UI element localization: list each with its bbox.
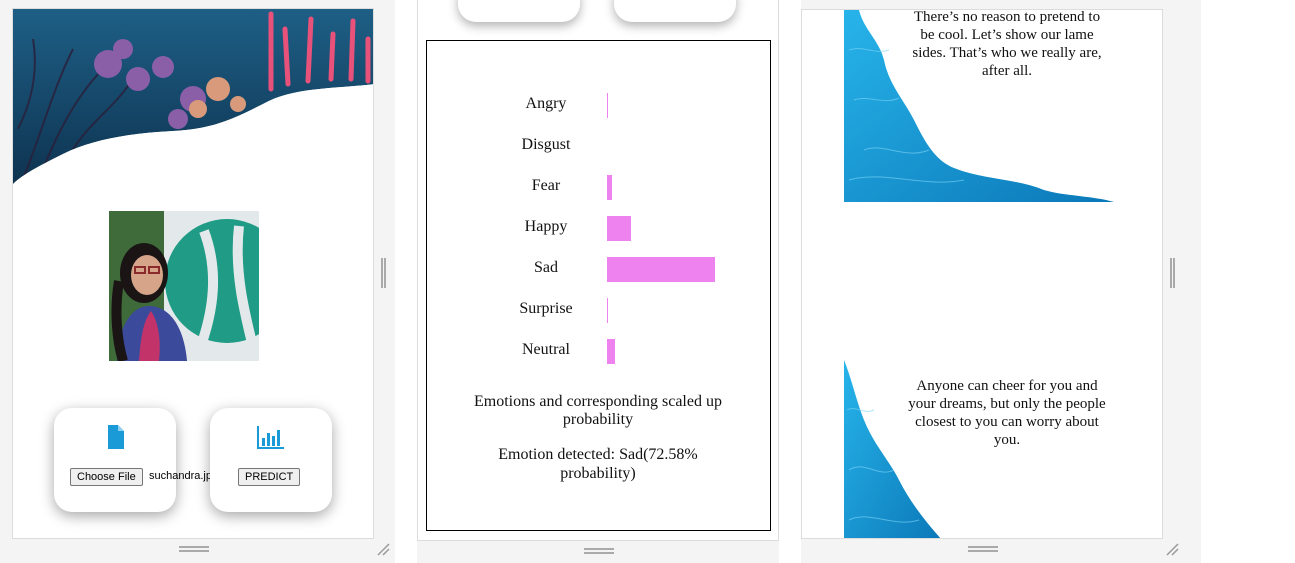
emotion-bar-sad — [607, 257, 715, 282]
vertical-resize-handle[interactable] — [1170, 258, 1175, 288]
quote-bottom: Anyone can cheer for you and your dreams… — [908, 378, 1106, 448]
quote-top: There’s no reason to pretend to be cool.… — [912, 9, 1102, 79]
selected-file-name: suchandra.jpg — [149, 470, 219, 482]
horizontal-resize-grip[interactable] — [968, 546, 998, 552]
resize-corner-icon[interactable] — [1165, 542, 1179, 556]
emotion-bar-fear — [607, 175, 612, 200]
emotion-label-disgust: Disgust — [521, 136, 571, 153]
emotion-label-sad: Sad — [534, 259, 558, 276]
emotion-label-neutral: Neutral — [522, 341, 570, 358]
predict-card: PREDICT — [210, 408, 332, 512]
bar-chart-icon — [257, 426, 284, 449]
emotion-bar-happy — [607, 216, 631, 241]
choose-file-button[interactable]: Choose File — [70, 468, 143, 486]
emotion-bar-surprise — [607, 298, 608, 323]
emotion-detected-text: Emotion detected: Sad(72.58% probability… — [498, 446, 698, 482]
resize-corner-icon[interactable] — [376, 542, 390, 556]
result-panel: Angry Disgust Fear Happy Sad Surprise Neutral … — [417, 0, 779, 541]
emotion-label-surprise: Surprise — [519, 300, 573, 317]
horizontal-resize-grip[interactable] — [584, 548, 614, 554]
coral-reef-banner — [13, 9, 373, 194]
horizontal-resize-grip[interactable] — [179, 546, 209, 552]
top-card-right — [614, 0, 736, 22]
predict-button[interactable]: PREDICT — [238, 468, 301, 486]
chart-caption: Emotions and corresponding scaled up pro… — [474, 393, 722, 428]
vertical-resize-handle[interactable] — [381, 258, 386, 288]
uploaded-photo — [109, 211, 259, 361]
emotion-label-angry: Angry — [525, 95, 567, 112]
file-upload-card: Choose File suchandra.jpg — [54, 408, 218, 512]
emotion-chart: Angry Disgust Fear Happy Sad Surprise Neutral … — [426, 40, 771, 531]
emotion-bar-angry — [607, 93, 608, 118]
upload-panel: Choose File suchandra.jpg PREDICT — [12, 8, 374, 539]
quotes-panel: There’s no reason to pretend to be cool.… — [801, 9, 1163, 539]
file-icon — [108, 425, 124, 449]
top-card-left — [458, 0, 580, 22]
emotion-bar-neutral — [607, 339, 615, 364]
emotion-label-happy: Happy — [524, 218, 568, 235]
emotion-label-fear: Fear — [531, 177, 561, 194]
